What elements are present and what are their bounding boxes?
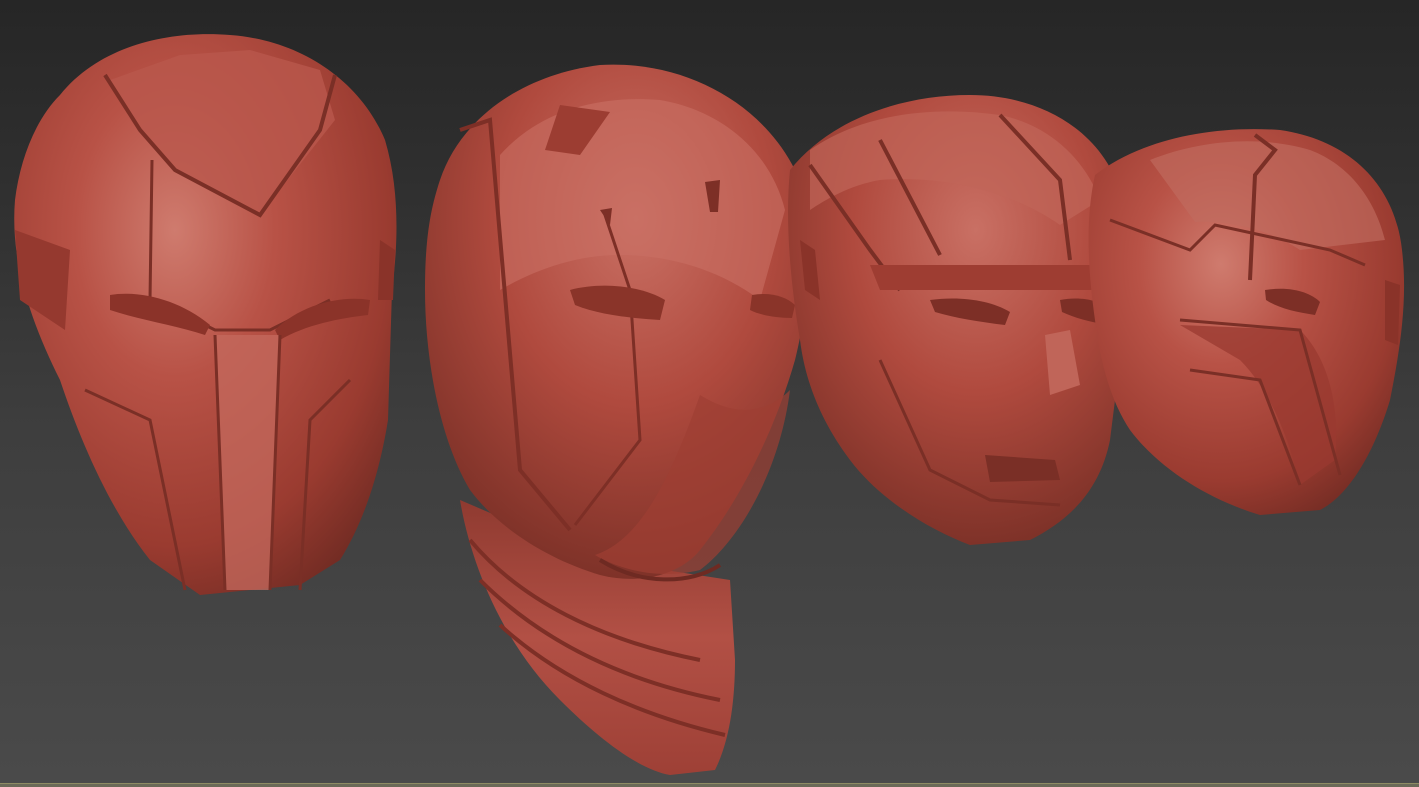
helmet-render xyxy=(14,34,1405,775)
status-bar xyxy=(0,783,1419,787)
helmet-three-quarter-view[interactable] xyxy=(425,64,809,775)
helmet-profile-view[interactable] xyxy=(1088,129,1405,515)
helmet-front-view[interactable] xyxy=(14,34,397,596)
helmet-side-angle-view[interactable] xyxy=(788,95,1130,545)
3d-viewport[interactable] xyxy=(0,0,1419,783)
